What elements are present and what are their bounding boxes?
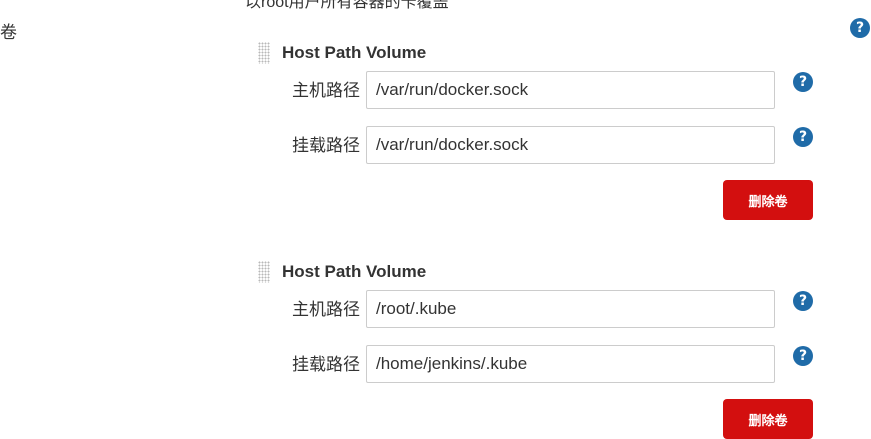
mount-path-label: 挂载路径 [292, 136, 360, 155]
host-path-input[interactable] [366, 290, 775, 328]
mount-path-help-icon[interactable]: ? [793, 346, 813, 366]
delete-volume-button[interactable]: 删除卷 [723, 399, 813, 439]
host-path-input[interactable] [366, 71, 775, 109]
mount-path-help-icon[interactable]: ? [793, 127, 813, 147]
host-path-help-icon[interactable]: ? [793, 72, 813, 92]
mount-path-input[interactable] [366, 345, 775, 383]
drag-handle-icon[interactable] [258, 42, 270, 64]
volume-title: Host Path Volume [282, 262, 427, 281]
mount-path-label: 挂载路径 [292, 355, 360, 374]
clipped-description-text: 以root用户所有容器的卡覆盖 [245, 0, 449, 11]
mount-path-input[interactable] [366, 126, 775, 164]
volumes-help-icon[interactable]: ? [850, 18, 870, 38]
drag-handle-icon[interactable] [258, 261, 270, 283]
host-path-help-icon[interactable]: ? [793, 291, 813, 311]
delete-volume-button[interactable]: 删除卷 [723, 180, 813, 220]
volumes-section-label: 卷 [0, 23, 17, 42]
host-path-label: 主机路径 [292, 81, 360, 100]
host-path-label: 主机路径 [292, 300, 360, 319]
volume-title: Host Path Volume [282, 43, 427, 62]
